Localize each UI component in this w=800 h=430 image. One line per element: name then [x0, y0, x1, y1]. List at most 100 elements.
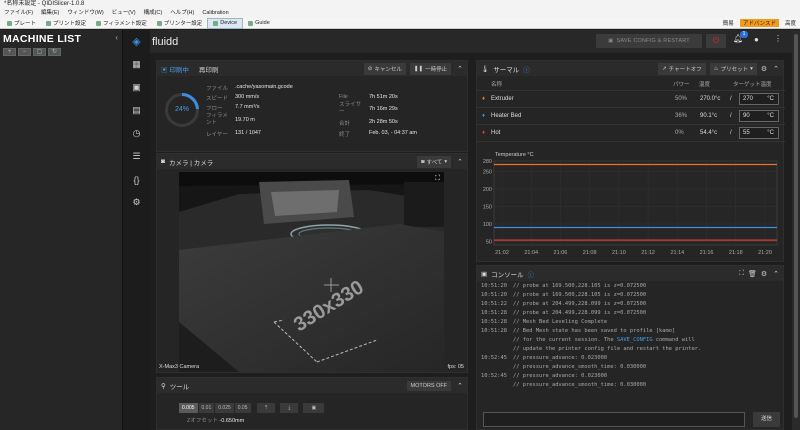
- files-nav-icon[interactable]: ▤: [123, 99, 150, 122]
- info-icon[interactable]: ⓘ: [528, 269, 535, 279]
- send-button[interactable]: 送信: [753, 412, 780, 427]
- chevron-up-icon[interactable]: ⌃: [457, 158, 463, 166]
- mode-advanced[interactable]: アドバンスド: [739, 19, 779, 27]
- scrollbar-thumb[interactable]: [794, 34, 798, 418]
- console-text: // pressure_advance_smooth_time: 0.03000…: [513, 382, 647, 388]
- emergency-stop-button[interactable]: ⏻: [706, 34, 726, 48]
- mode-expert[interactable]: 高度: [785, 19, 796, 27]
- tab-print-settings[interactable]: プリント設定: [41, 18, 91, 29]
- heater-row-bed: ♦ Heater Bed 36% 90.1°c / 90 °C: [477, 108, 785, 125]
- fire-icon: ♨: [713, 65, 719, 72]
- y-tick-label: 200: [483, 187, 492, 193]
- console-text: // update the printer config file and re…: [513, 346, 702, 352]
- chart-off-button[interactable]: ↗ チャートオフ: [658, 62, 706, 75]
- z-adjust-buttons: ⤒ ⤓ ▣: [257, 403, 325, 413]
- heater-name[interactable]: Hot: [491, 130, 500, 136]
- x-tick-label: 21:10: [612, 250, 626, 256]
- remove-machine-button[interactable]: −: [18, 48, 31, 56]
- z-up-button[interactable]: ⤒: [257, 403, 276, 413]
- chevron-up-icon[interactable]: ⌃: [457, 382, 463, 390]
- console-line: 10:51:28 // Mesh Bed Leveling Complete: [481, 318, 777, 327]
- settings-nav-icon[interactable]: ⚙: [123, 191, 150, 214]
- step-0025[interactable]: 0.025: [215, 403, 234, 413]
- console-nav-icon[interactable]: ▣: [123, 76, 150, 99]
- y-tick-label: 250: [483, 170, 492, 176]
- camera-frame: 330x330: [179, 172, 444, 372]
- hot-target-input[interactable]: 55 °C: [739, 127, 779, 139]
- z-offset-value: -0.650mm: [219, 418, 245, 424]
- gear-icon[interactable]: ⚙: [761, 270, 767, 278]
- gear-icon[interactable]: ⚙: [761, 65, 767, 73]
- tab-plate-label: プレート: [14, 21, 37, 27]
- y-tick-label: 100: [483, 222, 492, 228]
- heater-name[interactable]: Heater Bed: [491, 113, 521, 119]
- add-machine-button[interactable]: +: [3, 48, 16, 56]
- console-command-input[interactable]: [483, 412, 745, 427]
- file-time-label: File: [339, 94, 348, 100]
- config-nav-icon[interactable]: {}: [123, 168, 150, 191]
- progress-ring: 24%: [165, 93, 199, 127]
- camera-select-button[interactable]: ◙ すべて ▾: [417, 155, 452, 168]
- printer-icon: [156, 20, 162, 26]
- console-log: 10:51:20 // probe at 169.500,228.105 is z…: [481, 282, 777, 406]
- target-value: 270: [743, 96, 754, 102]
- fullscreen-icon[interactable]: ⛶: [435, 175, 440, 183]
- z-down-button[interactable]: ⤓: [280, 403, 299, 413]
- z-save-button[interactable]: ▣: [303, 403, 325, 413]
- console-timestamp: 10:51:22: [481, 301, 507, 307]
- bed-target-input[interactable]: 90 °C: [739, 110, 779, 122]
- cancel-print-button[interactable]: ⊘ キャンセル: [363, 62, 406, 75]
- user-icon[interactable]: ●: [754, 35, 759, 44]
- history-nav-icon[interactable]: ◷: [123, 122, 150, 145]
- heater-name[interactable]: Extruder: [491, 96, 514, 102]
- chevron-up-icon[interactable]: ⌃: [457, 65, 463, 73]
- print-settings-icon: [46, 20, 52, 26]
- console-command-link[interactable]: SAVE_CONFIG: [617, 337, 653, 343]
- tab-guide[interactable]: Guide: [243, 18, 275, 29]
- step-0005[interactable]: 0.005: [179, 403, 198, 413]
- page-scrollbar[interactable]: [792, 30, 800, 430]
- console-card-header: ▣ コンソール ⓘ ⛶ 🗑︎ ⚙ ⌃: [477, 266, 783, 281]
- filament-label: フィラメ ント: [206, 113, 228, 126]
- tab-filament-settings[interactable]: フィラメント設定: [91, 18, 152, 29]
- refresh-machine-button[interactable]: ↻: [48, 48, 61, 56]
- step-001[interactable]: 0.01: [198, 403, 215, 413]
- chevron-up-icon[interactable]: ⌃: [773, 65, 779, 73]
- info-icon[interactable]: ⓘ: [523, 64, 530, 74]
- expand-icon[interactable]: ⛶: [739, 270, 744, 278]
- console-line: // for the current session. The SAVE_CON…: [481, 336, 777, 345]
- tune-nav-icon[interactable]: ☰: [123, 145, 150, 168]
- trash-icon[interactable]: 🗑︎: [748, 270, 757, 278]
- save-config-button[interactable]: ▣ SAVE CONFIG & RESTART: [596, 34, 702, 48]
- console-line: 10:51:22 // probe at 204.499,228.099 is z…: [481, 300, 777, 309]
- motors-off-button[interactable]: MOTORS OFF: [406, 380, 452, 391]
- target-value: 55: [743, 130, 750, 136]
- tab-reprint[interactable]: 再印刷: [199, 64, 219, 74]
- col-power: パワー: [673, 81, 690, 88]
- more-vert-icon[interactable]: ⋮: [774, 34, 782, 43]
- thermal-card-header: 🌡︎ サーマル ⓘ ↗ チャートオフ ♨ プリセット ▾ ⚙ ⌃: [477, 61, 783, 76]
- mode-simple[interactable]: 簡易: [723, 19, 734, 27]
- chevron-up-icon[interactable]: ⌃: [773, 270, 779, 278]
- device-icon: [213, 20, 219, 26]
- tab-printing[interactable]: ▣ 印刷中: [161, 64, 189, 74]
- tab-plate[interactable]: プレート: [2, 18, 41, 29]
- temperature-chart: Temperature °C 50 100 150 200 250 280 21:02 21:0…: [477, 147, 785, 263]
- step-005[interactable]: 0.05: [234, 403, 251, 413]
- pause-label: 一時停止: [425, 66, 448, 73]
- dashboard-nav-icon[interactable]: ▦: [123, 53, 150, 76]
- tools-card-header: ⚲ ツール MOTORS OFF ⌃: [157, 378, 467, 393]
- flow-value: 7.7 mm³/s: [235, 104, 260, 110]
- x-tick-label: 21:12: [641, 250, 655, 256]
- cancel-label: キャンセル: [374, 66, 402, 73]
- collapse-icon[interactable]: ‹: [115, 33, 118, 42]
- preset-label: プリセット: [720, 66, 749, 73]
- edit-machine-button[interactable]: ▢: [33, 48, 46, 56]
- pause-print-button[interactable]: ❚❚ 一時停止: [409, 62, 452, 75]
- heater-temp: 54.4°c: [700, 130, 718, 136]
- tab-printer-settings[interactable]: プリンター設定: [152, 18, 208, 29]
- preset-button[interactable]: ♨ プリセット ▾: [709, 62, 757, 75]
- extruder-target-input[interactable]: 270 °C: [739, 93, 779, 105]
- console-text: // probe at 169.500,228.105 is z=0.07250…: [513, 283, 647, 289]
- tab-device[interactable]: Device: [207, 17, 244, 29]
